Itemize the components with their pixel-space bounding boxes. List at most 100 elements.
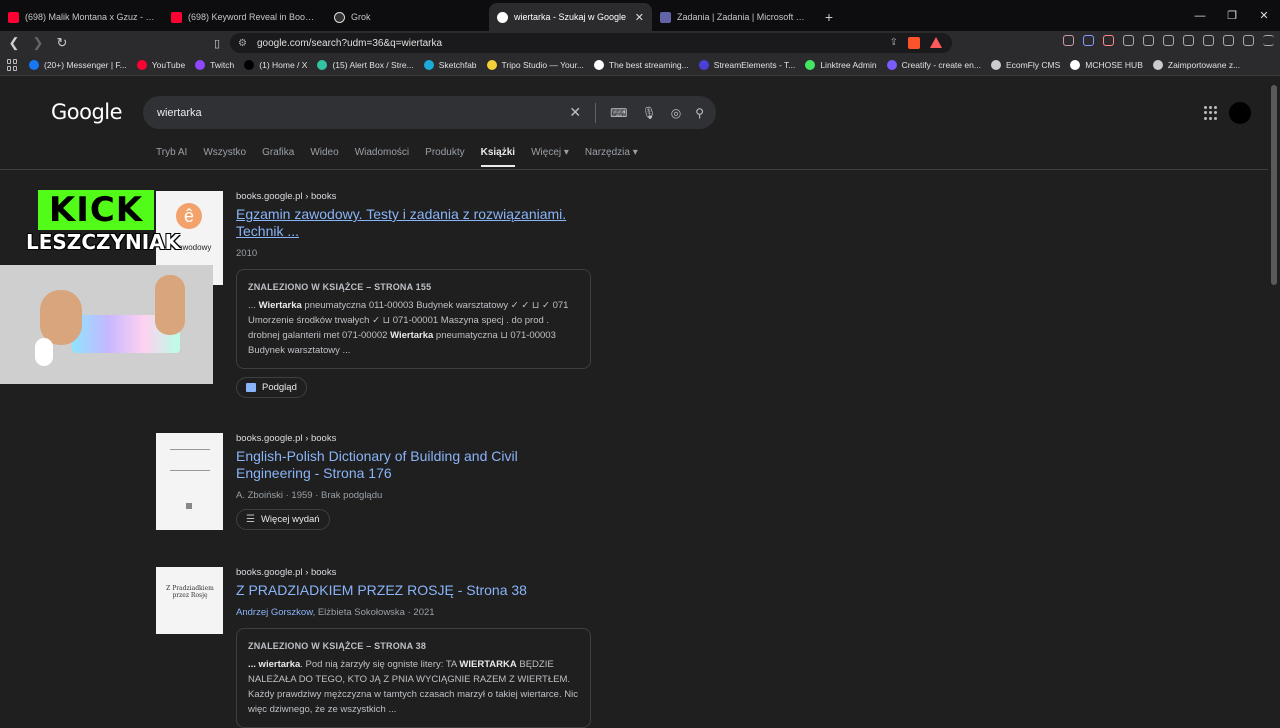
bookmark-favicon-icon (195, 60, 206, 70)
result-body: books.google.pl › books Z PRADZIADKIEM P… (236, 567, 596, 728)
book-cover[interactable]: Z Pradziadkiem przez Rosję (156, 567, 223, 634)
youtube-icon (171, 11, 182, 23)
tab-youtube-2[interactable]: (698) Keyword Reveal in Book effect (163, 3, 326, 31)
chevron-down-icon: ▾ (563, 147, 569, 158)
new-tab-button[interactable]: + (815, 3, 843, 31)
bookmark-item[interactable]: EcomFly CMS (990, 60, 1060, 70)
brave-rewards-icon[interactable] (930, 37, 942, 48)
streamer-name: LESZCZYNIAK (26, 230, 181, 254)
bookmark-label: Sketchfab (438, 60, 477, 70)
wallet-icon[interactable] (1203, 35, 1214, 46)
teams-icon (660, 11, 671, 23)
bookmark-icon[interactable]: ▯ (208, 34, 226, 52)
search-icon[interactable]: ⚲ (695, 106, 704, 120)
sidebar-icon[interactable] (1183, 35, 1194, 46)
bookmark-item[interactable]: The best streaming... (593, 60, 689, 70)
tab-tools-label: Narzędzia (584, 147, 630, 158)
google-logo[interactable]: Google (51, 100, 123, 124)
bookmark-favicon-icon (244, 60, 255, 70)
close-window-icon[interactable]: ✕ (1248, 0, 1280, 31)
media-icon[interactable] (1163, 35, 1174, 46)
address-bar[interactable]: ⚙ google.com/search?udm=36&q=wiertarka ⇪ (230, 33, 952, 53)
puzzle-icon[interactable] (1123, 35, 1134, 46)
bookmark-item[interactable]: (1) Home / X (244, 60, 307, 70)
apps-icon[interactable] (7, 59, 19, 71)
bookmark-item[interactable]: StreamElements - T... (698, 60, 795, 70)
back-icon[interactable]: ❮ (4, 33, 24, 53)
avatar[interactable] (1229, 102, 1251, 124)
author-link[interactable]: Andrzej Gorszkow (236, 607, 313, 618)
clear-icon[interactable]: ✕ (569, 104, 581, 121)
restore-icon[interactable]: ❐ (1216, 0, 1248, 31)
tab-all[interactable]: Wszystko (203, 147, 246, 167)
bookmark-item[interactable]: Sketchfab (423, 60, 477, 70)
bookmark-favicon-icon (593, 60, 604, 70)
vpn-icon[interactable] (1243, 35, 1254, 46)
result-title-link[interactable]: English-Polish Dictionary of Building an… (236, 448, 596, 482)
bookmark-item[interactable]: Creatify - create en... (886, 60, 981, 70)
leo-icon[interactable] (1223, 35, 1234, 46)
lens-icon[interactable]: ◎ (671, 106, 681, 120)
tab-google-active[interactable]: wiertarka - Szukaj w Google ✕ (489, 3, 652, 31)
result-breadcrumb[interactable]: books.google.pl › books (236, 567, 596, 578)
reload-icon[interactable]: ↻ (52, 33, 72, 53)
preview-button[interactable]: Podgląd (236, 377, 307, 398)
search-page: Google wiertarka ✕ ⌨ 🎙 ◎ ⚲ Tryb AI Wszys… (0, 77, 1268, 728)
close-tab-icon[interactable]: ✕ (629, 11, 644, 24)
tab-news[interactable]: Wiadomości (355, 147, 409, 167)
chevron-down-icon: ▾ (632, 147, 638, 158)
bookmark-item[interactable]: MCHOSE HUB (1070, 60, 1143, 70)
bookmark-item[interactable]: Linktree Admin (805, 60, 877, 70)
search-box[interactable]: wiertarka ✕ ⌨ 🎙 ◎ ⚲ (143, 96, 716, 129)
scrollbar-thumb[interactable] (1271, 85, 1277, 285)
search-input[interactable]: wiertarka (157, 107, 202, 119)
share-icon[interactable]: ⇪ (890, 37, 898, 49)
tab-videos[interactable]: Wideo (310, 147, 338, 167)
bookmark-item[interactable]: (20+) Messenger | F... (29, 60, 127, 70)
menu-icon[interactable] (1263, 35, 1274, 46)
tab-tools[interactable]: Narzędzia ▾ (585, 147, 638, 167)
tab-more[interactable]: Więcej ▾ (531, 147, 569, 167)
hand-image (40, 290, 82, 345)
extension-icon[interactable] (1103, 35, 1114, 46)
bookmark-item[interactable]: YouTube (136, 60, 186, 70)
result-title-link[interactable]: Z PRADZIADKIEM PRZEZ ROSJĘ - Strona 38 (236, 582, 596, 599)
tab-ai-mode[interactable]: Tryb AI (156, 147, 187, 167)
bookmark-label: Linktree Admin (820, 60, 877, 70)
extension-icon[interactable] (1063, 35, 1074, 46)
tab-products[interactable]: Produkty (425, 147, 464, 167)
result-title-link[interactable]: Egzamin zawodowy. Testy i zadania z rozw… (236, 206, 596, 240)
kick-logo: KICK (38, 190, 154, 230)
microphone-icon[interactable]: 🎙 (641, 106, 656, 120)
window-controls: — ❐ ✕ (1184, 0, 1280, 31)
extension-icon[interactable] (1083, 35, 1094, 46)
bookmark-label: (20+) Messenger | F... (44, 60, 127, 70)
bookmark-favicon-icon (886, 60, 897, 70)
bookmark-item[interactable]: Twitch (195, 60, 234, 70)
tab-images[interactable]: Grafika (262, 147, 294, 167)
bookmark-label: YouTube (151, 60, 186, 70)
scrollbar[interactable] (1268, 77, 1280, 720)
site-settings-icon[interactable]: ⚙ (238, 38, 247, 49)
forward-icon[interactable]: ❯ (28, 33, 48, 53)
brave-shields-icon[interactable] (908, 37, 920, 49)
bookmark-item[interactable]: Tripo Studio — Your... (486, 60, 584, 70)
book-cover[interactable] (156, 433, 223, 530)
keyboard-icon[interactable]: ⌨ (610, 106, 627, 120)
bookmark-item[interactable]: Zaimportowane z... (1152, 60, 1240, 70)
more-editions-button[interactable]: ☰ Więcej wydań (236, 509, 330, 530)
minimize-icon[interactable]: — (1184, 0, 1216, 31)
bookmark-item[interactable]: (15) Alert Box / Stre... (317, 60, 414, 70)
google-apps-icon[interactable] (1204, 106, 1218, 120)
bookmark-favicon-icon (136, 60, 147, 70)
tab-youtube-1[interactable]: (698) Malik Montana x Gzuz - Gener (0, 3, 163, 31)
chip-label: Podgląd (262, 382, 297, 393)
result-breadcrumb[interactable]: books.google.pl › books (236, 191, 596, 202)
tab-books[interactable]: Książki (480, 147, 516, 167)
snippet-heading: ZNALEZIONO W KSIĄŻCE – STRONA 155 (248, 282, 432, 292)
tab-grok[interactable]: Grok (326, 3, 489, 31)
result-breadcrumb[interactable]: books.google.pl › books (236, 433, 596, 444)
extension-icon[interactable] (1143, 35, 1154, 46)
tab-teams[interactable]: Zadania | Zadania | Microsoft Teams (652, 3, 815, 31)
meta-rest: , Elżbieta Sokołowska · 2021 (312, 607, 435, 618)
